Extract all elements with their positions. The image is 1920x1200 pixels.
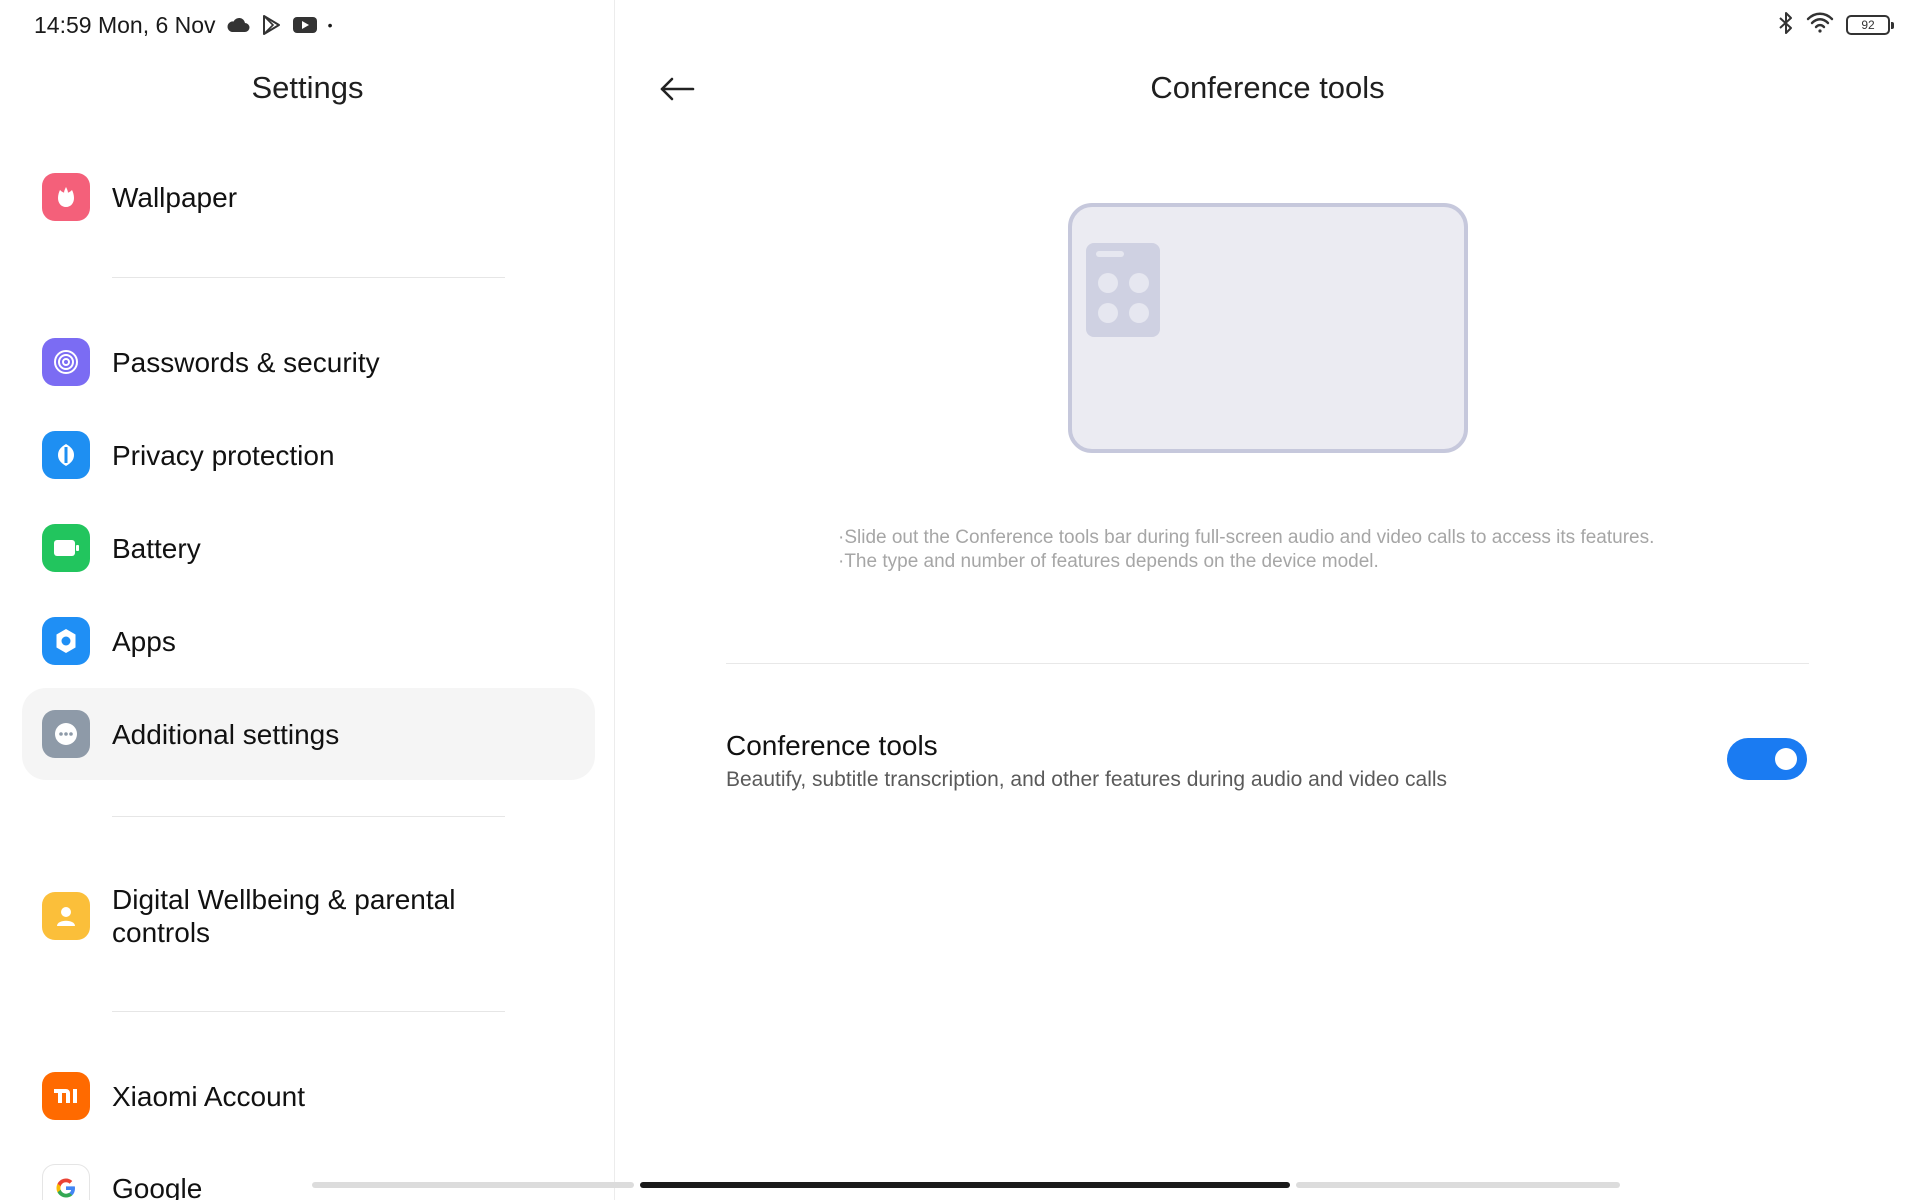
fingerprint-icon [42, 338, 90, 386]
sidebar-item-google[interactable]: Google [22, 1142, 595, 1200]
illustration-bar [1096, 251, 1124, 257]
sidebar-item-label: Google [112, 1172, 203, 1200]
sidebar-item-label: Apps [112, 625, 176, 657]
sidebar-item-wallpaper[interactable]: Wallpaper [22, 151, 595, 243]
battery-indicator: 92 [1846, 15, 1894, 35]
tools-bar-illustration [1086, 243, 1160, 337]
wallpaper-icon [42, 173, 90, 221]
feature-description: ·Slide out the Conference tools bar duri… [838, 526, 1738, 574]
sidebar-item-passwords-security[interactable]: Passwords & security [22, 316, 595, 408]
sidebar-item-label: Privacy protection [112, 439, 335, 471]
sidebar-item-privacy-protection[interactable]: Privacy protection [22, 409, 595, 501]
gear-icon [42, 617, 90, 665]
sidebar-item-apps[interactable]: Apps [22, 595, 595, 687]
illustration-dot [1098, 273, 1118, 293]
mi-icon [42, 1072, 90, 1120]
sidebar-item-label: Additional settings [112, 718, 340, 750]
right-pane-handle[interactable] [1296, 1182, 1620, 1188]
conference-tools-setting-subtitle: Beautify, subtitle transcription, and ot… [726, 768, 1448, 791]
battery-icon [42, 524, 90, 572]
settings-title: Settings [251, 70, 364, 105]
cloud-icon [226, 17, 250, 33]
play-store-icon [260, 14, 282, 36]
divider [112, 816, 505, 817]
google-icon [42, 1164, 90, 1200]
sidebar-item-label: Wallpaper [112, 181, 238, 213]
status-time-date: 14:59 Mon, 6 Nov [34, 11, 216, 38]
conference-tools-toggle[interactable] [1727, 738, 1807, 780]
screen: 14:59 Mon, 6 Nov • Settings Wallpaper Pa… [0, 0, 1920, 1200]
toggle-knob [1775, 748, 1797, 770]
sidebar-item-additional-settings[interactable]: Additional settings [22, 688, 595, 780]
illustration-dot [1129, 273, 1149, 293]
status-bar-left: 14:59 Mon, 6 Nov • [34, 10, 332, 40]
sidebar-item-label: Xiaomi Account [112, 1080, 305, 1112]
illustration-dot [1098, 303, 1118, 323]
sidebar-item-xiaomi-account[interactable]: Xiaomi Account [22, 1050, 595, 1142]
wifi-icon [1806, 12, 1834, 39]
page-title: Conference tools [1150, 70, 1385, 105]
status-bar-right: 92 [1778, 10, 1894, 40]
bluetooth-icon [1778, 11, 1794, 40]
description-line: ·The type and number of features depends… [838, 551, 1379, 572]
conference-tools-setting-title: Conference tools [726, 730, 938, 761]
divider [112, 277, 505, 278]
battery-level: 92 [1861, 18, 1875, 32]
more-icon [42, 710, 90, 758]
sidebar-item-battery[interactable]: Battery [22, 502, 595, 594]
notification-dot: • [327, 17, 333, 33]
youtube-icon [292, 15, 318, 35]
privacy-icon [42, 431, 90, 479]
sidebar-item-label: Digital Wellbeing & parental controls [112, 884, 456, 948]
sidebar-item-label: Battery [112, 532, 201, 564]
home-gesture-bar[interactable] [640, 1182, 1290, 1188]
illustration-dot [1129, 303, 1149, 323]
divider [112, 1011, 505, 1012]
settings-list-pane: 14:59 Mon, 6 Nov • Settings Wallpaper Pa… [0, 0, 615, 1200]
sidebar-item-label: Passwords & security [112, 346, 380, 378]
left-pane-handle[interactable] [312, 1182, 634, 1188]
description-line: ·Slide out the Conference tools bar duri… [838, 527, 1655, 548]
wellbeing-icon [42, 892, 90, 940]
divider [726, 663, 1809, 664]
sidebar-item-digital-wellbeing[interactable]: Digital Wellbeing & parental controls [22, 868, 595, 964]
conference-tools-illustration [1068, 203, 1468, 453]
